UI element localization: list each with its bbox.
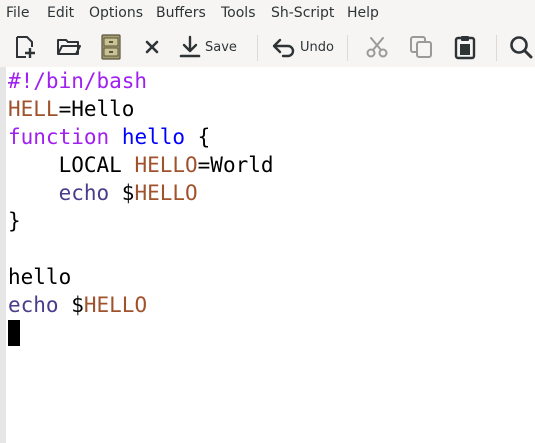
save-button[interactable]: Save xyxy=(178,27,244,67)
menu-sh-script[interactable]: Sh-Script xyxy=(271,4,334,22)
code-line[interactable]: LOCAL HELLO=World xyxy=(8,151,274,179)
code-buffer[interactable]: #!/bin/bash HELL=Hello function hello { LO… xyxy=(8,67,274,347)
code-token: $ xyxy=(109,181,135,205)
code-token: echo xyxy=(8,293,59,317)
menu-bar: File Edit Options Buffers Tools Sh-Scrip… xyxy=(0,0,535,26)
left-fringe xyxy=(0,67,6,443)
menu-buffers[interactable]: Buffers xyxy=(156,4,206,22)
code-token: } xyxy=(8,209,21,233)
text-cursor xyxy=(8,320,20,346)
code-token: hello xyxy=(121,125,186,149)
code-token: function xyxy=(8,125,110,149)
toolbar-separator xyxy=(257,35,258,61)
menu-file[interactable]: File xyxy=(6,4,29,22)
menu-options[interactable]: Options xyxy=(89,4,143,22)
code-token: hello xyxy=(8,265,72,289)
code-token: LOCAL xyxy=(8,153,135,177)
search-button[interactable] xyxy=(507,27,535,67)
search-icon xyxy=(510,36,533,59)
editor-area[interactable]: #!/bin/bash HELL=Hello function hello { LO… xyxy=(0,67,535,443)
undo-label: Undo xyxy=(300,39,334,55)
undo-button[interactable]: Undo xyxy=(271,27,337,67)
file-cabinet-icon xyxy=(101,34,121,60)
tool-bar: Save Undo xyxy=(0,27,535,67)
code-line[interactable]: hello xyxy=(8,263,274,291)
copy-icon xyxy=(410,36,432,58)
code-line[interactable]: echo $HELLO xyxy=(8,179,274,207)
folder-open-icon xyxy=(57,39,81,55)
new-file-button[interactable] xyxy=(10,27,40,67)
code-token: =World xyxy=(197,153,274,177)
code-token: =Hello xyxy=(58,97,135,121)
code-token: HELLO xyxy=(83,293,148,317)
code-token: #!/bin/bash xyxy=(8,69,148,93)
clipboard-icon xyxy=(454,36,476,60)
scissors-icon xyxy=(366,37,388,58)
code-token: $ xyxy=(58,293,84,317)
code-line[interactable]: HELL=Hello xyxy=(8,95,274,123)
toolbar-separator xyxy=(496,35,497,61)
code-line[interactable] xyxy=(8,319,274,347)
save-label: Save xyxy=(205,39,237,55)
code-line[interactable] xyxy=(8,235,274,263)
toolbar-separator xyxy=(347,35,348,61)
code-token: HELL xyxy=(8,97,59,121)
code-line[interactable]: #!/bin/bash xyxy=(8,67,274,95)
menu-help[interactable]: Help xyxy=(347,4,379,22)
paste-button[interactable] xyxy=(450,27,480,67)
save-icon xyxy=(179,35,201,58)
new-file-icon xyxy=(16,36,35,58)
kill-buffer-button[interactable] xyxy=(139,27,165,67)
code-line[interactable]: echo $HELLO xyxy=(8,291,274,319)
cut-button[interactable] xyxy=(362,27,392,67)
code-line[interactable]: function hello { xyxy=(8,123,274,151)
menu-tools[interactable]: Tools xyxy=(221,4,256,22)
code-token: HELLO xyxy=(134,181,198,205)
menu-edit[interactable]: Edit xyxy=(47,4,74,22)
code-token: HELLO xyxy=(134,153,198,177)
undo-icon xyxy=(272,38,295,58)
close-icon xyxy=(145,40,159,54)
copy-button[interactable] xyxy=(406,27,436,67)
code-token: { xyxy=(185,125,211,149)
code-line[interactable]: } xyxy=(8,207,274,235)
dired-button[interactable] xyxy=(97,27,125,67)
emacs-window: File Edit Options Buffers Tools Sh-Scrip… xyxy=(0,0,535,443)
open-file-button[interactable] xyxy=(54,27,84,67)
code-token: echo xyxy=(58,181,110,205)
